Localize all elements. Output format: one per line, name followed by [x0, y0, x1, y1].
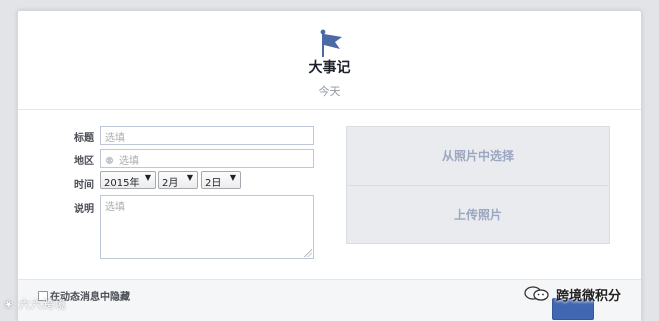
watermark-left-icon: ❀ [4, 298, 15, 311]
photo-panel: 从照片中选择 上传照片 [346, 126, 610, 244]
description-label: 说明 [74, 204, 94, 215]
flag-icon [320, 29, 342, 57]
location-label: 地区 [74, 156, 94, 167]
date-subtitle: 今天 [318, 85, 341, 98]
time-label: 时间 [74, 180, 94, 191]
dialog-header: 大事记 今天 [18, 11, 641, 110]
chevron-down-icon: ▼ [186, 173, 193, 182]
location-input[interactable]: ⚉ 选填 [100, 149, 314, 168]
resize-grip-icon[interactable] [304, 249, 312, 257]
location-placeholder: 选填 [119, 156, 139, 167]
title-label: 标题 [74, 133, 94, 144]
choose-from-photos-button[interactable]: 从照片中选择 [347, 127, 609, 185]
chevron-down-icon: ▼ [144, 173, 151, 182]
dialog-title: 大事记 [308, 60, 351, 76]
chevron-down-icon: ▼ [229, 173, 236, 182]
description-placeholder: 选填 [105, 202, 125, 213]
day-value: 2日 [205, 178, 222, 189]
location-pin-icon: ⚉ [105, 156, 114, 167]
watermark-left-text: 六六跨境 [18, 298, 67, 311]
month-select[interactable]: 2月 ▼ [158, 171, 198, 189]
description-textarea[interactable]: 选填 [100, 195, 314, 259]
watermark-left: ❀ 六六跨境 [4, 296, 67, 312]
wechat-icon [524, 286, 549, 301]
upload-photos-button[interactable]: 上传照片 [347, 186, 609, 244]
title-placeholder: 选填 [105, 133, 125, 144]
month-value: 2月 [162, 178, 179, 189]
day-select[interactable]: 2日 ▼ [201, 171, 241, 189]
title-input[interactable]: 选填 [100, 126, 314, 145]
year-select[interactable]: 2015年 ▼ [100, 171, 156, 189]
life-event-dialog: 大事记 今天 标题 选填 地区 ⚉ 选填 时间 2015年 ▼ 2月 ▼ 2日 ▼… [17, 10, 642, 321]
year-value: 2015年 [104, 178, 140, 189]
watermark-right-text: 跨境微积分 [556, 289, 622, 304]
